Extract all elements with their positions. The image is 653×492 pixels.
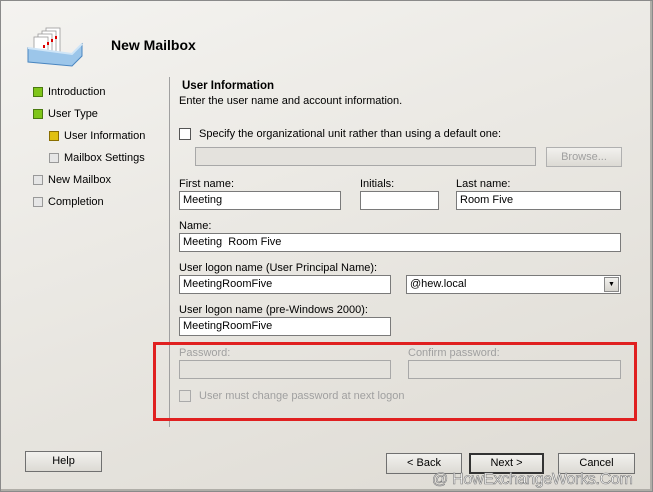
- initials-label: Initials:: [360, 178, 395, 190]
- nav-item-user-type[interactable]: User Type: [48, 108, 98, 120]
- status-current-icon: [49, 131, 59, 141]
- name-label: Name:: [179, 220, 212, 232]
- domain-select[interactable]: @hew.local ▼: [406, 275, 621, 294]
- chevron-down-icon[interactable]: ▼: [604, 277, 619, 292]
- page-subtitle: Enter the user name and account informat…: [179, 95, 403, 107]
- watermark: @ HowExchangeWorks.Com: [432, 471, 633, 489]
- status-pending-icon: [33, 175, 43, 185]
- upn-input[interactable]: MeetingRoomFive: [179, 275, 391, 294]
- browse-button: Browse...: [546, 147, 622, 167]
- domain-value: @hew.local: [410, 278, 467, 290]
- last-name-label: Last name:: [456, 178, 511, 190]
- ou-checkbox-label[interactable]: Specify the organizational unit rather t…: [199, 128, 501, 140]
- nav-item-new-mailbox[interactable]: New Mailbox: [48, 174, 111, 186]
- upn-label: User logon name (User Principal Name):: [179, 262, 378, 274]
- last-name-input[interactable]: Room Five: [456, 191, 621, 210]
- first-name-input[interactable]: Meeting: [179, 191, 341, 210]
- highlight-box: [153, 342, 637, 421]
- status-pending-icon: [49, 153, 59, 163]
- ou-input: [195, 147, 536, 166]
- status-done-icon: [33, 109, 43, 119]
- status-done-icon: [33, 87, 43, 97]
- nav-item-completion[interactable]: Completion: [48, 196, 104, 208]
- pre2000-input[interactable]: MeetingRoomFive: [179, 317, 391, 336]
- new-mailbox-wizard: New Mailbox Introduction User Type User …: [0, 0, 653, 492]
- first-name-label: First name:: [179, 178, 235, 190]
- pre2000-label: User logon name (pre-Windows 2000):: [179, 304, 368, 316]
- page-title: User Information: [182, 80, 275, 92]
- initials-input[interactable]: [360, 191, 439, 210]
- nav-item-user-information[interactable]: User Information: [64, 130, 145, 142]
- nav-item-mailbox-settings[interactable]: Mailbox Settings: [64, 152, 145, 164]
- mailbox-icon: [26, 26, 86, 68]
- name-input[interactable]: Meeting Room Five: [179, 233, 621, 252]
- help-button[interactable]: Help: [25, 451, 102, 472]
- nav-item-introduction[interactable]: Introduction: [48, 86, 105, 98]
- wizard-title: New Mailbox: [111, 37, 196, 53]
- status-pending-icon: [33, 197, 43, 207]
- ou-checkbox[interactable]: [179, 128, 191, 140]
